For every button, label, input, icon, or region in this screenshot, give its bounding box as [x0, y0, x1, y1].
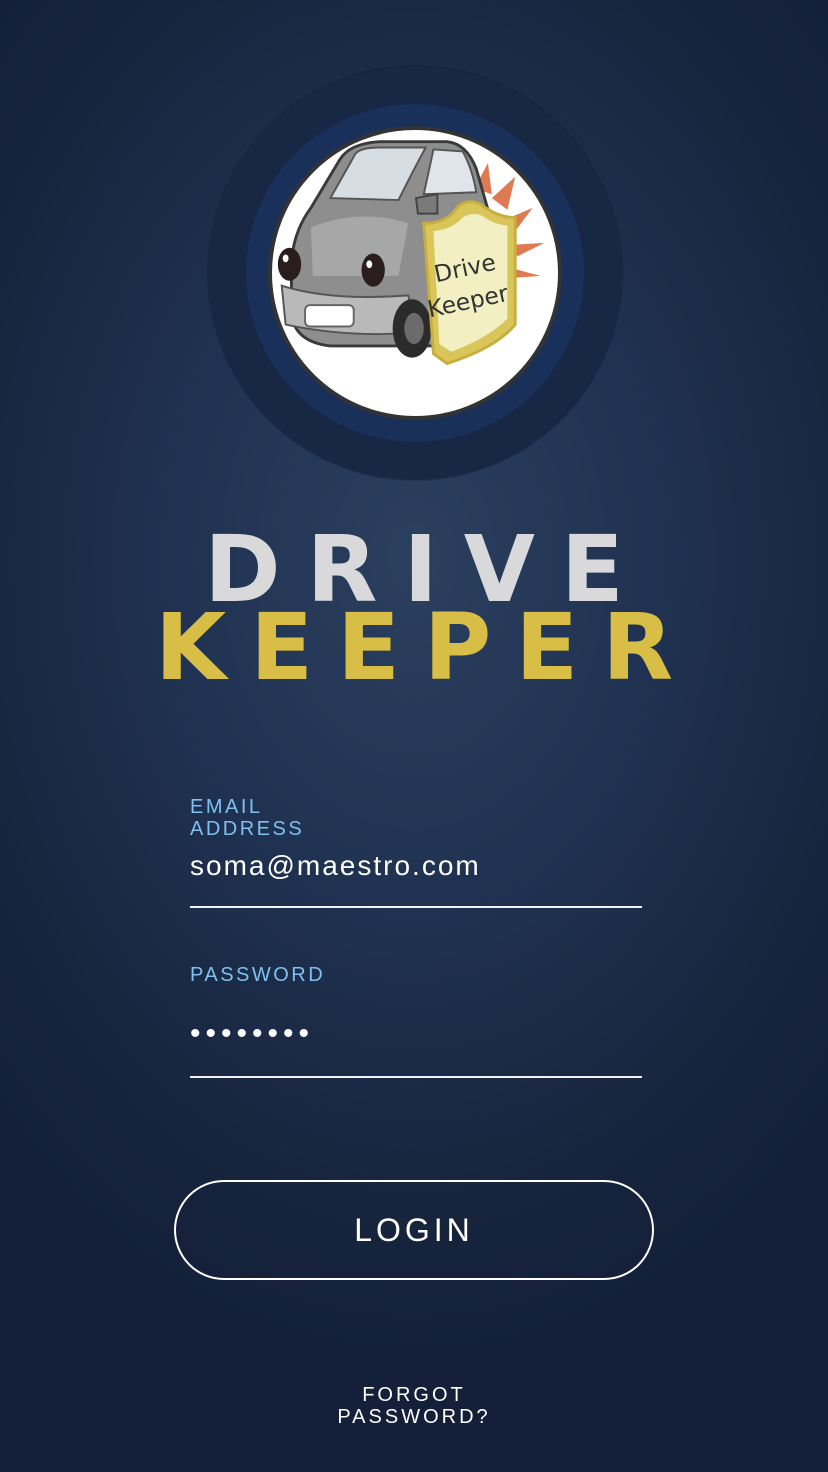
app-title-keeper: KEEPER: [154, 594, 698, 701]
forgot-password-link[interactable]: FORGOT PASSWORD?: [314, 1384, 514, 1428]
email-label: EMAIL ADDRESS: [190, 796, 305, 840]
password-label: PASSWORD: [190, 964, 326, 986]
login-button[interactable]: LOGIN: [174, 1180, 654, 1280]
logo-ring: Drive Keeper: [246, 104, 584, 442]
car-logo-icon: Drive Keeper: [268, 126, 562, 420]
email-input[interactable]: [190, 848, 642, 884]
app-logo: Drive Keeper: [208, 66, 622, 480]
password-input[interactable]: ••••••••: [190, 1016, 642, 1052]
password-underline: [190, 1076, 642, 1078]
email-underline: [190, 906, 642, 908]
